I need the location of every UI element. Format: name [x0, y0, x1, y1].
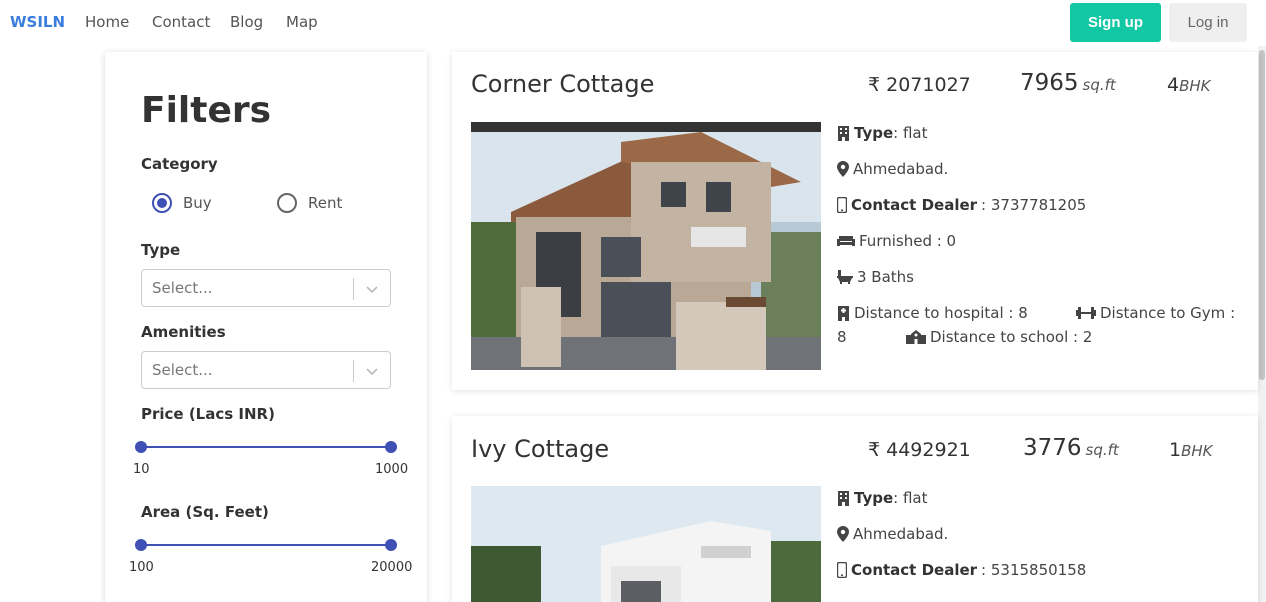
type-select-placeholder: Select...: [152, 279, 213, 297]
listing-area-unit: sq.ft: [1082, 76, 1116, 94]
listing-bhk-unit: BHK: [1181, 442, 1213, 460]
listing-type: Type: flat: [837, 124, 927, 142]
type-select[interactable]: Select...: [141, 269, 391, 307]
listing-area-value: 7965: [1020, 70, 1079, 96]
listing-gym-text: Distance to Gym :: [1100, 304, 1236, 322]
listing-type-label: Type: [854, 124, 894, 142]
listing-card[interactable]: Ivy Cottage ₹ 4492921 3776 sq.ft 1BHK Typ…: [452, 416, 1258, 602]
listing-image[interactable]: [471, 486, 821, 602]
scrollbar-thumb[interactable]: [1259, 50, 1265, 380]
listing-location: Ahmedabad.: [837, 160, 948, 178]
map-marker-icon: [837, 161, 849, 177]
listing-bhk: 1BHK: [1169, 439, 1213, 461]
select-separator: [353, 278, 354, 300]
hospital-icon: [838, 305, 849, 321]
listing-furnished-text: Furnished : 0: [859, 232, 957, 250]
listing-bhk: 4BHK: [1167, 74, 1211, 96]
listing-area: 7965 sq.ft: [1020, 70, 1116, 96]
listing-type-label: Type: [854, 489, 894, 507]
listing-location: Ahmedabad.: [837, 525, 948, 543]
mobile-phone-icon: [837, 197, 847, 213]
listing-school: Distance to school : 2: [906, 328, 1092, 346]
listing-location-text: Ahmedabad.: [853, 160, 949, 178]
nav-contact[interactable]: Contact: [152, 13, 210, 31]
select-separator: [353, 360, 354, 382]
listing-bhk-value: 1: [1169, 439, 1182, 461]
listing-type-value: : flat: [893, 124, 928, 142]
dumbbell-icon: [1076, 307, 1096, 319]
login-button[interactable]: Log in: [1169, 3, 1247, 42]
listing-contact-value[interactable]: : 3737781205: [981, 196, 1086, 214]
listing-price: ₹ 4492921: [868, 439, 971, 461]
listing-area-unit: sq.ft: [1085, 441, 1119, 459]
listing-furnished: Furnished : 0: [837, 232, 956, 250]
listing-location-text: Ahmedabad.: [853, 525, 949, 543]
listing-area: 3776 sq.ft: [1023, 435, 1119, 461]
bath-icon: [837, 270, 853, 284]
nav-map[interactable]: Map: [286, 13, 318, 31]
chevron-down-icon[interactable]: [362, 361, 382, 381]
listing-baths: 3 Baths: [837, 268, 914, 286]
listing-hospital: Distance to hospital : 8: [837, 304, 1028, 322]
price-min-value: 10: [133, 462, 150, 477]
listing-gym-value: 8: [837, 328, 847, 346]
price-slider-max-thumb[interactable]: [385, 441, 397, 453]
listing-contact-label: Contact Dealer: [851, 196, 978, 214]
listing-contact-value[interactable]: : 5315850158: [981, 561, 1086, 579]
listing-type-value: : flat: [893, 489, 928, 507]
amenities-label: Amenities: [141, 323, 226, 341]
listing-bhk-value: 4: [1167, 74, 1180, 96]
area-slider-min-thumb[interactable]: [135, 539, 147, 551]
nav-blog[interactable]: Blog: [230, 13, 263, 31]
chevron-down-icon[interactable]: [362, 279, 382, 299]
price-max-value: 1000: [375, 462, 409, 477]
brand-logo[interactable]: WSILN: [10, 13, 65, 31]
price-slider-track[interactable]: [141, 446, 391, 448]
signup-button[interactable]: Sign up: [1070, 3, 1161, 42]
amenities-select[interactable]: Select...: [141, 351, 391, 389]
building-icon: [838, 490, 849, 506]
area-slider-max-thumb[interactable]: [385, 539, 397, 551]
listing-gym: Distance to Gym :: [1076, 304, 1235, 322]
listing-contact-label: Contact Dealer: [851, 561, 978, 579]
listing-bhk-unit: BHK: [1179, 77, 1211, 95]
listing-title[interactable]: Corner Cottage: [471, 70, 654, 98]
amenities-select-placeholder: Select...: [152, 361, 213, 379]
couch-icon: [837, 236, 855, 246]
listing-baths-text: 3 Baths: [857, 268, 914, 286]
listing-contact: Contact Dealer: 3737781205: [837, 196, 1086, 214]
listing-image[interactable]: [471, 122, 821, 370]
area-max-value: 20000: [371, 560, 413, 575]
radio-rent-label[interactable]: Rent: [308, 194, 342, 212]
category-label: Category: [141, 155, 218, 173]
navbar: WSILN Home Contact Blog Map Sign up Log …: [0, 0, 1266, 46]
area-label: Area (Sq. Feet): [141, 503, 269, 521]
price-label: Price (Lacs INR): [141, 405, 275, 423]
area-min-value: 100: [129, 560, 154, 575]
listing-hospital-text: Distance to hospital : 8: [854, 304, 1028, 322]
listing-school-text: Distance to school : 2: [930, 328, 1093, 346]
radio-rent[interactable]: [277, 193, 297, 213]
map-marker-icon: [837, 526, 849, 542]
area-slider-track[interactable]: [141, 544, 391, 546]
type-label: Type: [141, 241, 181, 259]
listing-title[interactable]: Ivy Cottage: [471, 435, 609, 463]
mobile-phone-icon: [837, 562, 847, 578]
listing-gym-value-text: 8: [837, 328, 847, 346]
filters-panel: Filters Category Buy Rent Type Select...…: [105, 52, 427, 602]
radio-buy-label[interactable]: Buy: [183, 194, 212, 212]
radio-buy[interactable]: [152, 193, 172, 213]
listing-price: ₹ 2071027: [868, 74, 971, 96]
filters-title: Filters: [141, 90, 272, 131]
nav-home[interactable]: Home: [85, 13, 129, 31]
school-icon: [906, 330, 926, 344]
listing-type: Type: flat: [837, 489, 927, 507]
listing-contact: Contact Dealer: 5315850158: [837, 561, 1086, 579]
price-slider-min-thumb[interactable]: [135, 441, 147, 453]
listing-area-value: 3776: [1023, 435, 1082, 461]
building-icon: [838, 125, 849, 141]
listing-card[interactable]: Corner Cottage ₹ 2071027 7965 sq.ft 4BHK …: [452, 52, 1258, 390]
